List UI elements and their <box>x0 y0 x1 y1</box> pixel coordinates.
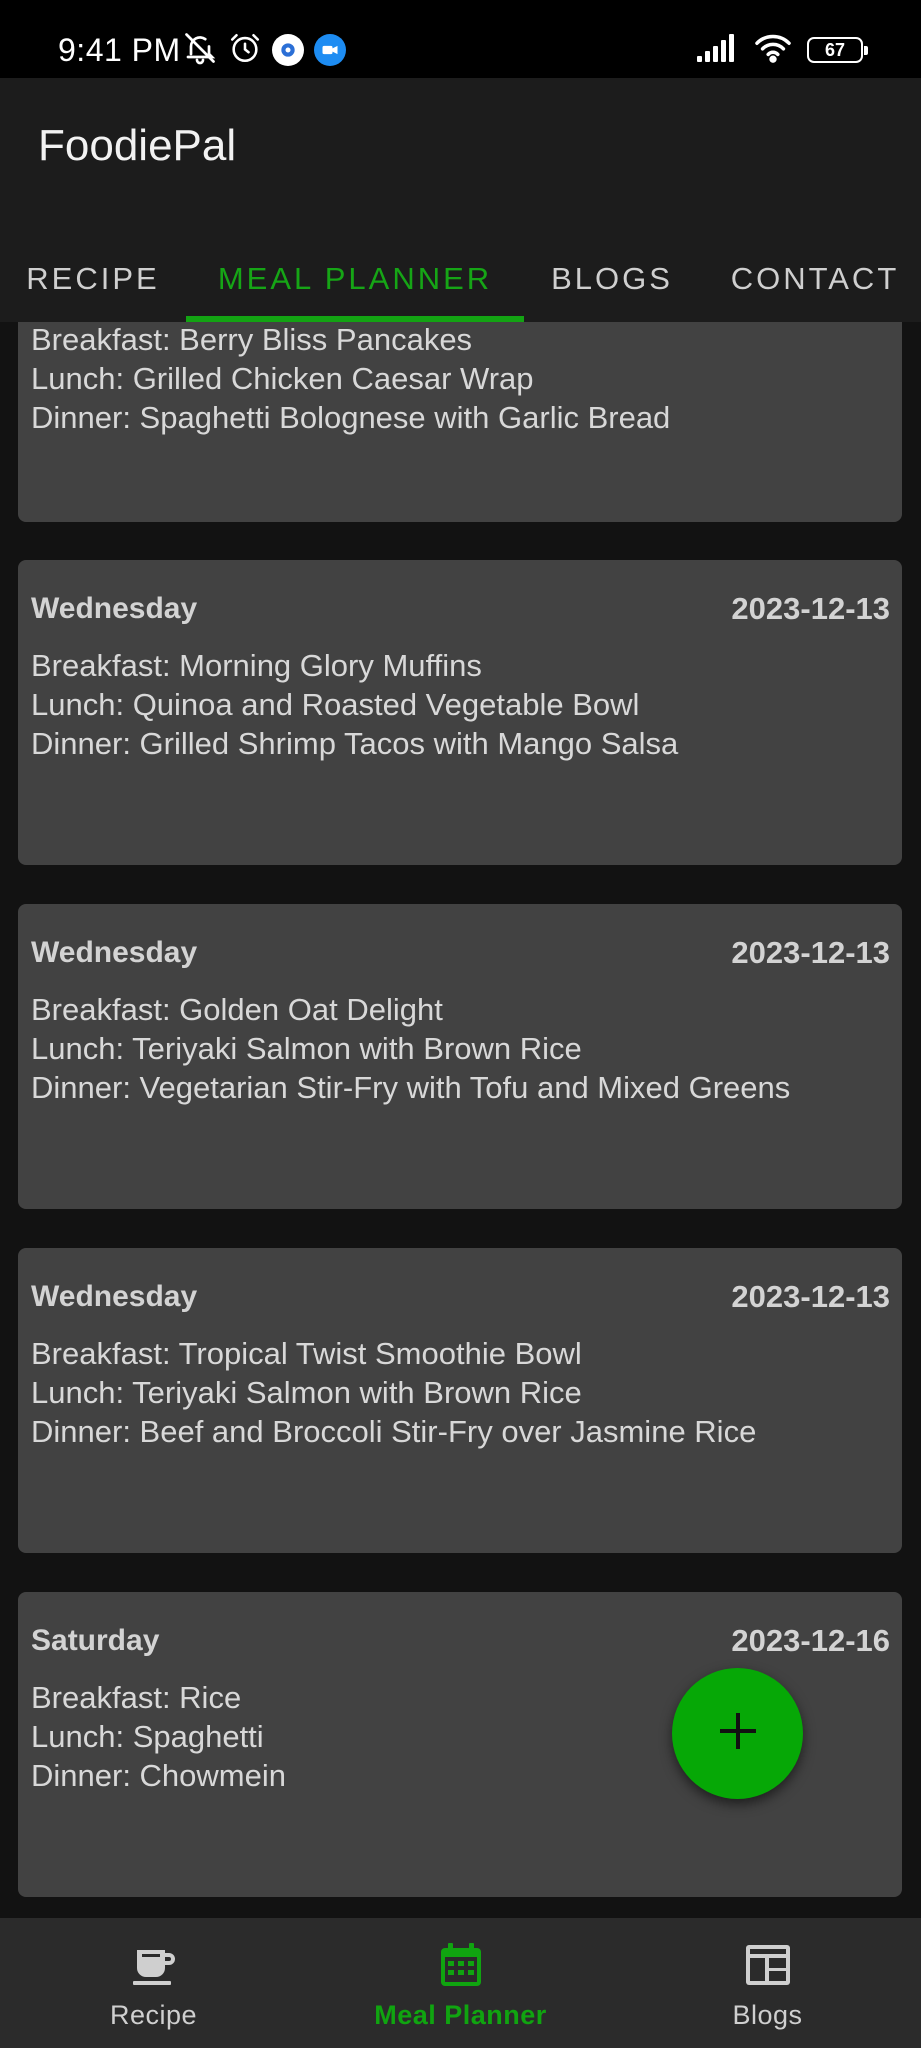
tab-contact[interactable]: CONTACT <box>700 236 921 322</box>
status-icons-right: 67 <box>697 30 868 70</box>
card-day: Saturday <box>31 1624 160 1657</box>
nav-item-recipe[interactable]: Recipe <box>0 1918 307 2048</box>
meal-plan-card[interactable]: Breakfast: Berry Bliss Pancakes Lunch: G… <box>18 322 902 522</box>
plus-icon <box>718 1711 758 1756</box>
breakfast-text: Breakfast: Morning Glory Muffins <box>31 648 482 683</box>
card-day: Wednesday <box>31 592 198 625</box>
card-date: 2023-12-13 <box>731 1279 890 1314</box>
tab-recipe[interactable]: RECIPE <box>0 236 186 322</box>
nav-item-blogs[interactable]: Blogs <box>614 1918 921 2048</box>
lunch-text: Lunch: Spaghetti <box>31 1719 264 1754</box>
dinner-text: Dinner: Grilled Shrimp Tacos with Mango … <box>31 726 679 761</box>
lunch-text: Lunch: Teriyaki Salmon with Brown Rice <box>31 1031 582 1066</box>
card-date: 2023-12-16 <box>731 1623 890 1658</box>
tab-bar: RECIPE MEAL PLANNER BLOGS CONTACT <box>0 236 921 322</box>
add-meal-plan-button[interactable] <box>672 1668 803 1799</box>
calendar-icon <box>436 1940 486 1990</box>
video-call-icon <box>314 34 346 66</box>
card-day: Wednesday <box>31 936 198 969</box>
tab-meal-planner[interactable]: MEAL PLANNER <box>186 236 524 322</box>
app-notification-icon <box>272 34 304 66</box>
meal-plan-list[interactable]: Breakfast: Berry Bliss Pancakes Lunch: G… <box>0 322 921 1918</box>
card-date: 2023-12-13 <box>731 591 890 626</box>
dinner-text: Dinner: Vegetarian Stir-Fry with Tofu an… <box>31 1070 791 1105</box>
newspaper-icon <box>743 1940 793 1990</box>
status-icons-left <box>182 30 346 70</box>
mute-bell-icon <box>182 30 218 71</box>
dinner-text: Dinner: Spaghetti Bolognese with Garlic … <box>31 400 671 435</box>
app-bar: FoodiePal RECIPE MEAL PLANNER BLOGS CONT… <box>0 78 921 322</box>
meal-plan-card[interactable]: Wednesday 2023-12-13 Breakfast: Golden O… <box>18 904 902 1209</box>
card-day: Wednesday <box>31 1280 198 1313</box>
status-time: 9:41 PM <box>58 32 181 68</box>
tab-blogs[interactable]: BLOGS <box>524 236 700 322</box>
nav-item-meal-planner[interactable]: Meal Planner <box>307 1918 614 2048</box>
nav-label-meal-planner: Meal Planner <box>374 2000 547 2030</box>
dinner-text: Dinner: Beef and Broccoli Stir-Fry over … <box>31 1414 757 1449</box>
alarm-icon <box>228 31 262 70</box>
card-date: 2023-12-13 <box>731 935 890 970</box>
lunch-text: Lunch: Teriyaki Salmon with Brown Rice <box>31 1375 582 1410</box>
lunch-text: Lunch: Quinoa and Roasted Vegetable Bowl <box>31 687 640 722</box>
bottom-navigation: Recipe Meal Planner Blogs <box>0 1918 921 2048</box>
lunch-text: Lunch: Grilled Chicken Caesar Wrap <box>31 361 534 396</box>
battery-icon: 67 <box>807 37 868 63</box>
meal-plan-card[interactable]: Wednesday 2023-12-13 Breakfast: Tropical… <box>18 1248 902 1553</box>
signal-icon <box>697 33 739 67</box>
wifi-icon <box>753 32 793 69</box>
coffee-cup-icon <box>129 1940 179 1990</box>
app-title: FoodiePal <box>38 121 237 170</box>
meal-plan-card[interactable]: Wednesday 2023-12-13 Breakfast: Morning … <box>18 560 902 865</box>
nav-label-recipe: Recipe <box>109 2000 198 2030</box>
status-bar: 9:41 PM 67 <box>0 0 921 78</box>
nav-label-blogs: Blogs <box>732 2000 803 2030</box>
dinner-text: Dinner: Chowmein <box>31 1758 286 1793</box>
breakfast-text: Breakfast: Golden Oat Delight <box>31 992 443 1027</box>
breakfast-text: Breakfast: Rice <box>31 1680 242 1715</box>
breakfast-text: Breakfast: Berry Bliss Pancakes <box>31 322 473 357</box>
breakfast-text: Breakfast: Tropical Twist Smoothie Bowl <box>31 1336 582 1371</box>
